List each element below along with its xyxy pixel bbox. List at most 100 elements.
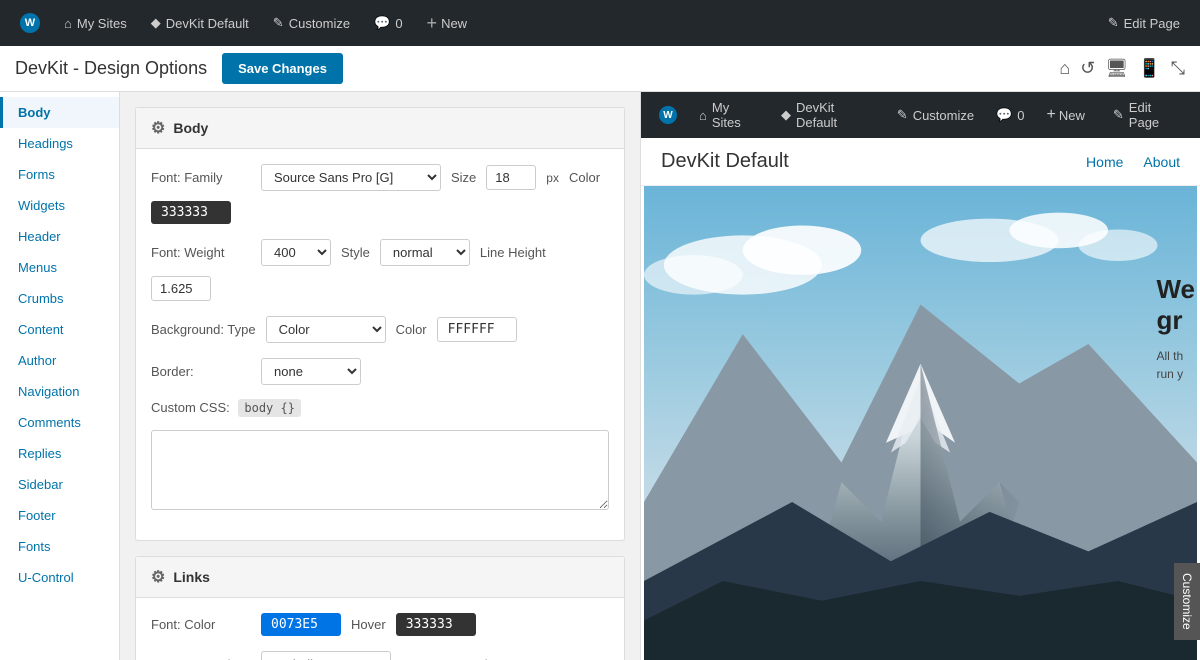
wp-logo-icon: W xyxy=(20,13,40,33)
px-label: px xyxy=(546,171,559,185)
preview-devkit[interactable]: ◆ DevKit Default xyxy=(773,94,883,136)
sidebar-item-widgets[interactable]: Widgets xyxy=(0,190,119,221)
plus-icon: + xyxy=(427,13,438,34)
preview-comments-count: 0 xyxy=(1017,108,1024,123)
comments-icon: 💬 xyxy=(374,15,390,31)
sidebar-item-navigation[interactable]: Navigation xyxy=(0,376,119,407)
wp-logo-item[interactable]: W xyxy=(10,7,50,39)
edit-page-label: Edit Page xyxy=(1124,16,1180,31)
sidebar-item-author[interactable]: Author xyxy=(0,345,119,376)
text-decoration-select[interactable]: underline none overline line-through xyxy=(261,651,391,660)
custom-css-textarea[interactable] xyxy=(151,430,609,510)
preview-subtext: All thrun y xyxy=(1156,346,1195,382)
border-row: Border: none solid dashed dotted xyxy=(151,358,609,385)
preview-mysites-icon: ⌂ xyxy=(699,108,707,123)
preview-mysites-label: My Sites xyxy=(712,100,759,130)
border-select[interactable]: none solid dashed dotted xyxy=(261,358,361,385)
custom-css-row: Custom CSS: body {} xyxy=(151,400,609,510)
line-height-input[interactable] xyxy=(151,276,211,301)
sidebar-item-headings[interactable]: Headings xyxy=(0,128,119,159)
preview-customize-label: Customize xyxy=(913,108,974,123)
preview-new[interactable]: + New xyxy=(1039,100,1093,130)
preview-wp-logo[interactable]: W xyxy=(651,100,685,130)
size-input[interactable] xyxy=(486,165,536,190)
preview-mysites[interactable]: ⌂ My Sites xyxy=(691,94,767,136)
line-height-label: Line Height xyxy=(480,245,546,260)
desktop-icon[interactable]: 🖥 xyxy=(1105,58,1128,79)
save-changes-button[interactable]: Save Changes xyxy=(222,53,343,84)
preview-comments-icon: 💬 xyxy=(996,107,1012,123)
sidebar-item-footer[interactable]: Footer xyxy=(0,500,119,531)
bg-type-select[interactable]: Color Image Gradient None xyxy=(266,316,386,343)
sidebar-item-forms[interactable]: Forms xyxy=(0,159,119,190)
sites-icon: ⌂ xyxy=(64,16,72,31)
preview-edit-page[interactable]: ✎ Edit Page xyxy=(1105,94,1190,136)
hover-color-swatch[interactable]: 333333 xyxy=(396,613,476,636)
custom-css-header-row: Custom CSS: body {} xyxy=(151,400,301,415)
sidebar-item-u-control[interactable]: U-Control xyxy=(0,562,119,593)
color-label-font: Color xyxy=(569,170,600,185)
font-family-label: Font: Family xyxy=(151,170,251,185)
custom-css-badge: body {} xyxy=(238,399,301,417)
edit-page-item[interactable]: ✎ Edit Page xyxy=(1098,9,1190,37)
my-sites-label: My Sites xyxy=(77,16,127,31)
bg-type-label: Background: Type xyxy=(151,322,256,337)
mountain-svg xyxy=(641,186,1200,660)
preview-text-overlay: Wegr All thrun y xyxy=(1141,259,1200,397)
customize-overlay-button[interactable]: Customize xyxy=(1174,563,1200,640)
font-style-select[interactable]: normal italic oblique xyxy=(380,239,470,266)
font-color-swatch[interactable]: 333333 xyxy=(151,201,231,224)
body-section-title: Body xyxy=(173,120,208,136)
customize-icon: ✎ xyxy=(273,15,284,31)
preview-wp-icon: W xyxy=(659,106,677,124)
expand-icon[interactable]: ⤡ xyxy=(1171,58,1185,79)
preview-devkit-icon: ◆ xyxy=(781,107,791,123)
sidebar-item-header[interactable]: Header xyxy=(0,221,119,252)
sidebar-item-body[interactable]: Body xyxy=(0,97,119,128)
bg-color-label: Color xyxy=(396,322,427,337)
sidebar-item-sidebar[interactable]: Sidebar xyxy=(0,469,119,500)
refresh-icon[interactable]: ↺ xyxy=(1080,58,1095,79)
font-family-select[interactable]: Source Sans Pro [G] Arial Georgia xyxy=(261,164,441,191)
customize-item[interactable]: ✎ Customize xyxy=(263,9,360,37)
preview-site-title: DevKit Default xyxy=(661,150,789,173)
preview-customize[interactable]: ✎ Customize xyxy=(889,101,982,129)
devkit-default-label: DevKit Default xyxy=(166,16,249,31)
preview-devkit-label: DevKit Default xyxy=(796,100,875,130)
sidebar-item-replies[interactable]: Replies xyxy=(0,438,119,469)
link-font-color-label: Font: Color xyxy=(151,617,251,632)
new-item[interactable]: + New xyxy=(417,7,478,40)
mobile-icon[interactable]: 📱 xyxy=(1138,58,1160,79)
my-sites-item[interactable]: ⌂ My Sites xyxy=(54,10,137,37)
home-icon[interactable]: ⌂ xyxy=(1059,58,1070,79)
preview-heading: Wegr xyxy=(1156,274,1195,336)
preview-comments[interactable]: 💬 0 xyxy=(988,101,1032,129)
comments-count: 0 xyxy=(395,16,402,31)
body-section-header: ⚙ Body xyxy=(136,108,624,149)
font-weight-select[interactable]: 400 100 700 xyxy=(261,239,331,266)
comments-item[interactable]: 💬 0 xyxy=(364,9,412,37)
font-family-row: Font: Family Source Sans Pro [G] Arial G… xyxy=(151,164,609,224)
links-section-header: ⚙ Links xyxy=(136,557,624,598)
preview-home-link[interactable]: Home xyxy=(1086,154,1123,170)
preview-edit-icon: ✎ xyxy=(1113,107,1124,123)
new-label: New xyxy=(441,16,467,31)
devkit-default-item[interactable]: ◆ DevKit Default xyxy=(141,9,259,37)
text-decoration-row: Text: Decoration underline none overline… xyxy=(151,651,609,660)
main-content: ⚙ Body Font: Family Source Sans Pro [G] … xyxy=(120,92,640,660)
admin-bar: W ⌂ My Sites ◆ DevKit Default ✎ Customiz… xyxy=(0,0,1200,46)
sidebar-item-menus[interactable]: Menus xyxy=(0,252,119,283)
preview-about-link[interactable]: About xyxy=(1143,154,1180,170)
page-title: DevKit - Design Options xyxy=(15,58,207,79)
preview-new-label: New xyxy=(1059,108,1085,123)
sidebar-item-comments[interactable]: Comments xyxy=(0,407,119,438)
bg-color-swatch[interactable]: FFFFFF xyxy=(437,317,517,342)
sidebar-item-content[interactable]: Content xyxy=(0,314,119,345)
preview-plus-icon: + xyxy=(1047,106,1056,124)
style-label: Style xyxy=(341,245,370,260)
sidebar-item-fonts[interactable]: Fonts xyxy=(0,531,119,562)
link-font-color-swatch[interactable]: 0073E5 xyxy=(261,613,341,636)
sidebar-item-crumbs[interactable]: Crumbs xyxy=(0,283,119,314)
preview-customize-icon: ✎ xyxy=(897,107,908,123)
devkit-icon: ◆ xyxy=(151,15,161,31)
